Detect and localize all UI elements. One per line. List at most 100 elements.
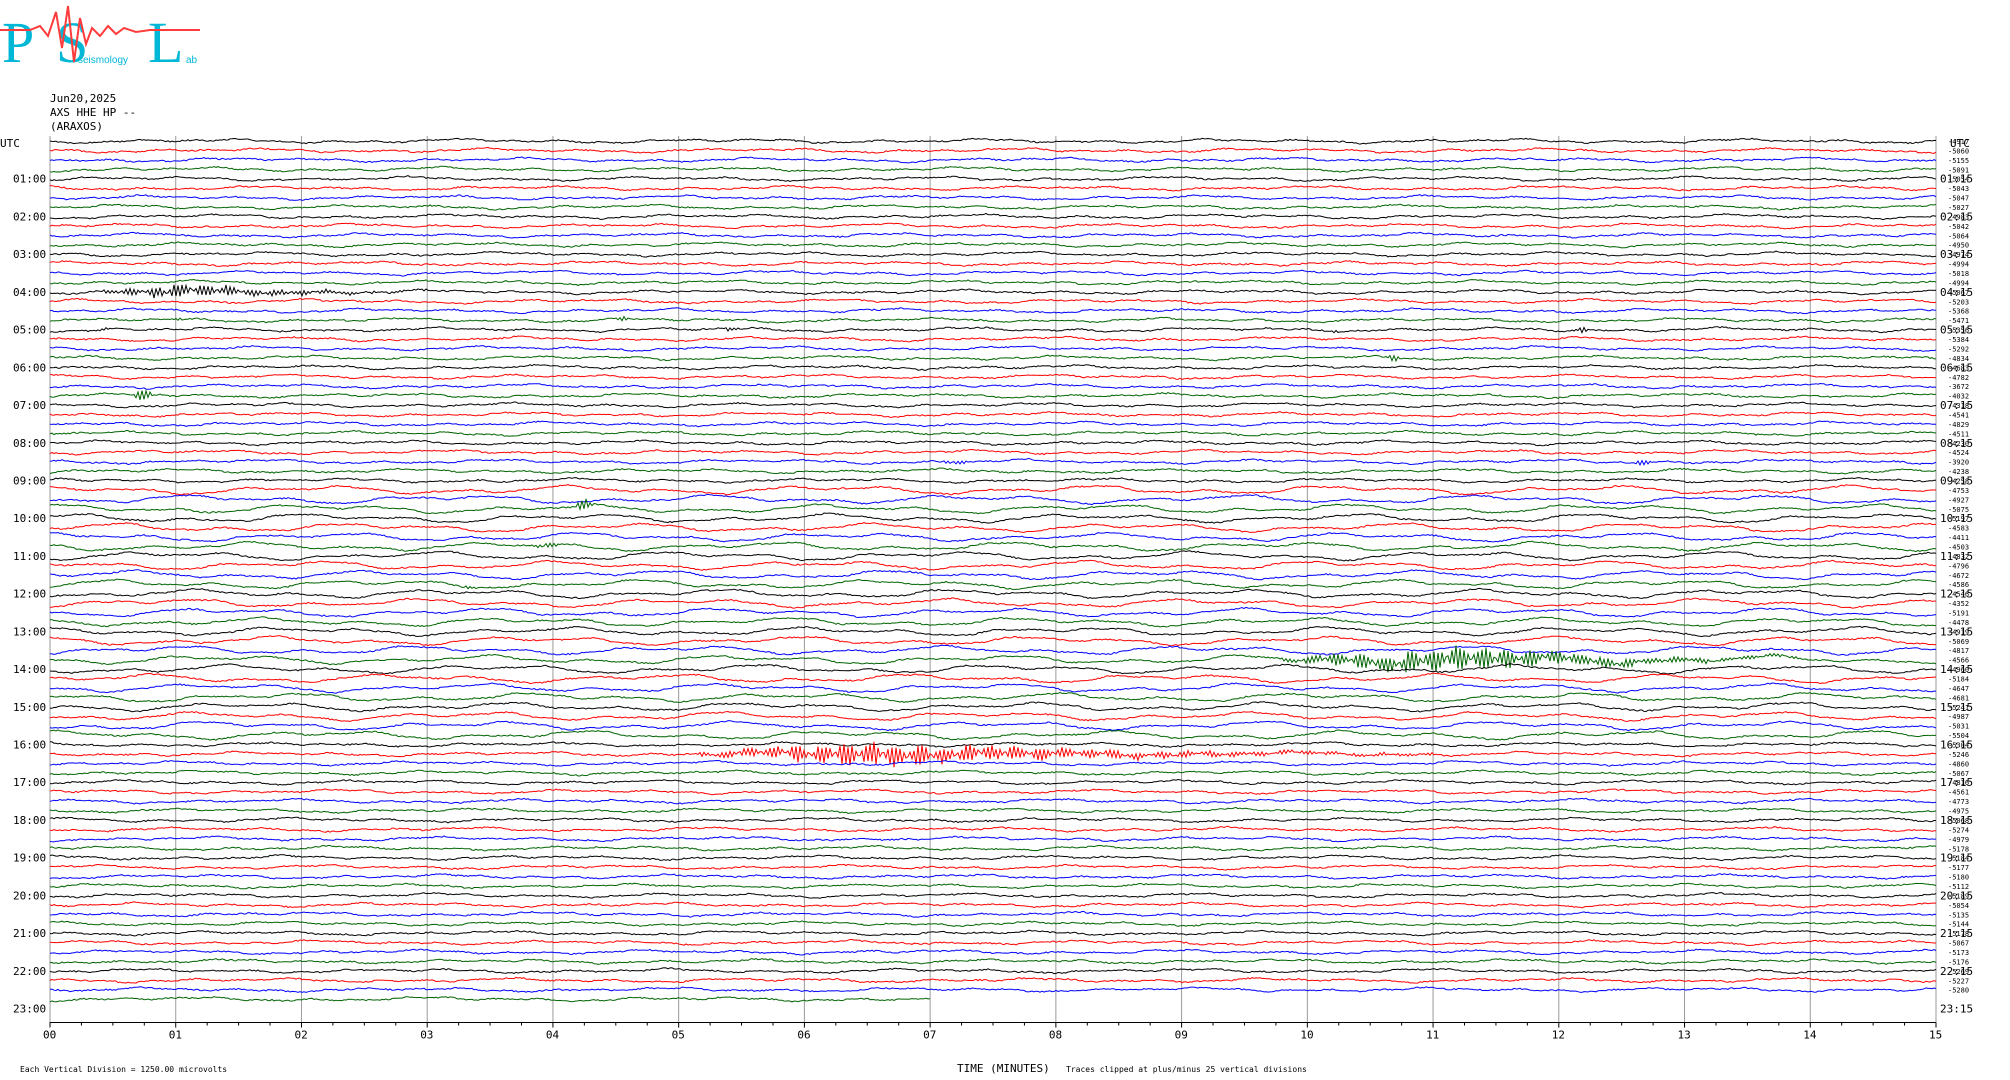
trace-offset-label: -5180 [1948, 874, 1969, 882]
seismic-trace [49, 797, 1937, 805]
trace-offset-label: -5069 [1948, 638, 1969, 646]
seismic-trace [49, 986, 1937, 993]
seismic-trace [49, 429, 1936, 437]
trace-offset-label: -4230 [1948, 440, 1969, 448]
left-hour-label: 03:00 [13, 248, 46, 261]
seismic-trace [50, 241, 1937, 249]
trace-offset-label: -5112 [1948, 883, 1969, 891]
trace-offset-label: -5189 [1948, 892, 1969, 900]
seismic-trace [49, 995, 931, 1003]
seismic-trace [49, 569, 1937, 581]
x-tick-label: 14 [1803, 1029, 1817, 1042]
trace-offset-label: -4586 [1948, 581, 1969, 589]
trace-offset-label: -5274 [1948, 826, 1969, 834]
trace-offset-label: -5054 [1948, 902, 1969, 910]
trace-offset-label: -5191 [1948, 610, 1969, 618]
left-hour-label: 09:00 [13, 474, 46, 487]
seismic-trace [49, 498, 1937, 515]
x-tick-label: 06 [797, 1029, 810, 1042]
trace-offset-label: -5047 [1948, 195, 1969, 203]
trace-offset-label: -4352 [1948, 600, 1969, 608]
trace-offset-label: -4816 [1948, 779, 1969, 787]
trace-offset-label: -5068 [1948, 817, 1969, 825]
left-hour-label: 21:00 [13, 927, 46, 940]
seismic-trace [50, 373, 1936, 381]
seismic-trace [49, 939, 1936, 947]
seismic-trace [49, 873, 1937, 880]
trace-offset-label: -3672 [1948, 383, 1969, 391]
seismic-trace [49, 363, 1936, 371]
seismic-trace [49, 835, 1937, 843]
trace-offset-label: -4829 [1948, 421, 1969, 429]
trace-offset-label: -5504 [1948, 732, 1969, 740]
trace-offset-label: -4546 [1948, 591, 1969, 599]
trace-offset-label: -5178 [1948, 930, 1969, 938]
trace-offset-label: -5067 [1948, 940, 1969, 948]
trace-offset-label: -5067 [1948, 289, 1969, 297]
seismic-trace [49, 477, 1937, 484]
trace-offset-label: -4817 [1948, 647, 1969, 655]
left-hour-label: 04:00 [13, 286, 46, 299]
seismic-trace [49, 307, 1937, 315]
seismic-trace [49, 250, 1937, 258]
trace-offset-label: -4503 [1948, 543, 1969, 551]
seismic-trace [49, 354, 1937, 363]
seismic-trace [49, 920, 1937, 928]
x-tick-label: 00 [43, 1029, 56, 1042]
trace-offset-label: -4318 [1948, 402, 1969, 410]
seismic-trace [49, 194, 1937, 201]
x-tick-label: 02 [294, 1029, 307, 1042]
trace-offset-label: -5135 [1948, 911, 1969, 919]
trace-offset-label: -4238 [1948, 468, 1969, 476]
left-utc-label: UTC [0, 137, 20, 150]
seismic-trace [49, 297, 1937, 305]
seismic-trace [49, 825, 1937, 833]
x-axis-title: TIME (MINUTES) [957, 1062, 1050, 1075]
seismic-trace [49, 606, 1937, 619]
seismic-trace [49, 701, 1937, 713]
left-hour-label: 20:00 [13, 889, 46, 902]
seismic-trace [49, 587, 1937, 600]
trace-offset-label: -4032 [1948, 393, 1969, 401]
seismic-trace [49, 522, 1937, 534]
seismic-trace [49, 892, 1937, 899]
seismic-trace [49, 493, 1937, 506]
trace-offset-label: -4834 [1948, 355, 1969, 363]
seismic-trace [49, 663, 1937, 675]
trace-offset-label: -4860 [1948, 760, 1969, 768]
left-hour-label: 02:00 [13, 210, 46, 223]
trace-offset-label: -4561 [1948, 789, 1969, 797]
trace-offset-label: -4511 [1948, 430, 1969, 438]
seismic-trace [49, 326, 1936, 335]
seismic-trace [49, 283, 1937, 299]
seismic-trace [50, 882, 1937, 890]
seismic-trace [49, 484, 1937, 496]
trace-offset-label: -5356 [1948, 327, 1969, 335]
left-hour-label: 23:00 [13, 1003, 46, 1016]
trace-offset-label: -4583 [1948, 525, 1969, 533]
trace-offset-label: -5241 [1948, 704, 1969, 712]
clip-note: Traces clipped at plus/minus 25 vertical… [1066, 1065, 1307, 1074]
seismic-trace [49, 512, 1937, 524]
trace-offset-label: -5067 [1948, 770, 1969, 778]
trace-offset-label: -5203 [1948, 298, 1969, 306]
seismic-trace [49, 816, 1936, 824]
helicorder-chart: 01:00 02:00 03:00 04:00 05:00 06:00 07:00 08:00… [0, 136, 1973, 1042]
trace-offset-label: -4647 [1948, 685, 1969, 693]
trace-offset-label: -4681 [1948, 694, 1969, 702]
x-tick-label: 04 [546, 1029, 560, 1042]
x-axis: 00 01 02 03 04 05 06 07 08 09 10 11 12 13 14 15 [43, 1022, 1942, 1042]
trace-offset-label: -5197 [1948, 515, 1969, 523]
seismic-trace [49, 635, 1937, 647]
trace-offset-label: -4411 [1948, 534, 1969, 542]
seismic-trace [49, 806, 1937, 815]
seismic-trace [49, 644, 1937, 656]
trace-offset-label: -5471 [1948, 317, 1969, 325]
left-hour-label: 08:00 [13, 437, 46, 450]
seismic-trace [49, 778, 1937, 786]
seismic-trace [49, 929, 1937, 937]
left-hour-label: 16:00 [13, 739, 46, 752]
x-tick-label: 09 [1175, 1029, 1188, 1042]
seismic-trace [49, 967, 1937, 975]
seismic-trace [49, 335, 1937, 343]
